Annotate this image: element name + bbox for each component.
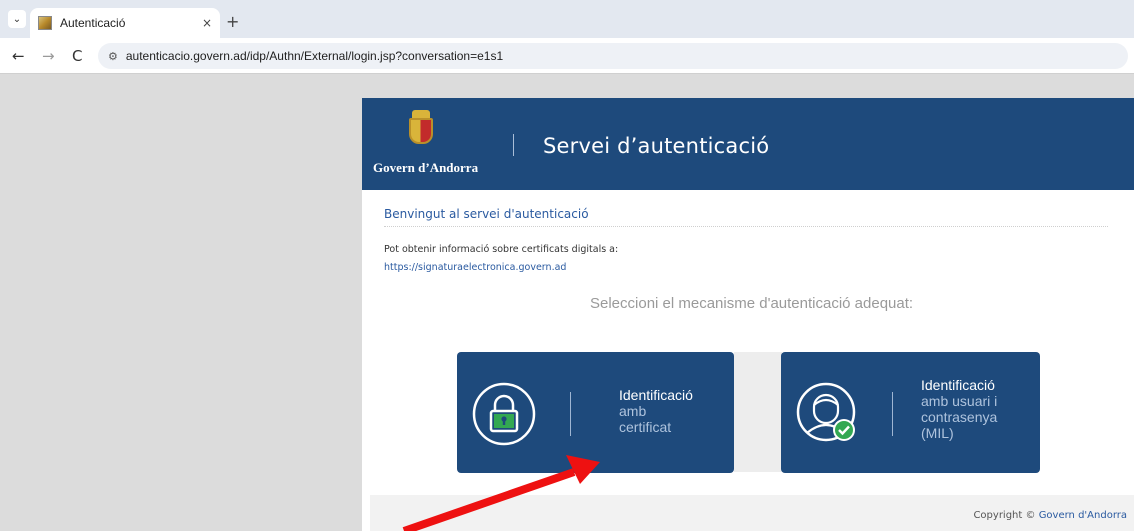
- option-title: Identificació: [619, 387, 693, 403]
- option-line: amb usuari i: [921, 393, 998, 409]
- copyright-prefix: Copyright ©: [973, 510, 1039, 521]
- info-link[interactable]: https://signaturaelectronica.govern.ad: [384, 262, 566, 273]
- page-title: Servei d’autenticació: [543, 134, 770, 158]
- option-line: amb: [619, 403, 647, 419]
- browser-tab[interactable]: Autenticació ×: [30, 8, 220, 38]
- divider: [384, 226, 1108, 227]
- forward-button[interactable]: →: [42, 47, 55, 65]
- reload-button[interactable]: C: [72, 47, 82, 65]
- certificate-option-label: Identificació amb certificat: [619, 387, 693, 435]
- url-text[interactable]: autenticacio.govern.ad/idp/Authn/Externa…: [126, 49, 503, 63]
- copyright-text: Copyright © Govern d'Andorra: [973, 510, 1127, 521]
- page-footer: Copyright © Govern d'Andorra: [370, 495, 1134, 531]
- user-check-icon: [796, 382, 856, 442]
- address-bar[interactable]: ⚙ autenticacio.govern.ad/idp/Authn/Exter…: [98, 43, 1128, 69]
- coat-of-arms-icon: [404, 110, 438, 146]
- header-divider: [513, 134, 514, 156]
- user-password-option-label: Identificació amb usuari i contrasenya (…: [921, 377, 997, 441]
- tab-strip: ⌄ Autenticació × +: [0, 0, 1134, 38]
- info-text: Pot obtenir informació sobre certificats…: [384, 244, 619, 255]
- new-tab-button[interactable]: +: [226, 12, 239, 31]
- tab-search-button[interactable]: ⌄: [8, 10, 26, 28]
- org-name: Govern d’Andorra: [373, 160, 479, 175]
- copyright-link[interactable]: Govern d'Andorra: [1039, 510, 1127, 521]
- welcome-heading: Benvingut al servei d'autenticació: [384, 207, 589, 221]
- certificate-login-button[interactable]: Identificació amb certificat: [457, 352, 734, 473]
- browser-toolbar: ← → C ⚙ autenticacio.govern.ad/idp/Authn…: [0, 38, 1134, 74]
- option-line: certificat: [619, 419, 672, 435]
- select-prompt: Seleccioni el mecanisme d'autenticació a…: [590, 295, 914, 312]
- tab-close-button[interactable]: ×: [202, 16, 212, 30]
- padlock-icon: [472, 382, 536, 446]
- options-separator: [734, 352, 782, 472]
- page-content: Govern d’Andorra Servei d’autenticació B…: [362, 98, 1134, 531]
- card-divider: [570, 392, 571, 436]
- option-line: (MIL): [921, 425, 954, 441]
- card-divider: [892, 392, 893, 436]
- option-title: Identificació: [921, 377, 995, 393]
- site-header: Govern d’Andorra Servei d’autenticació: [362, 98, 1134, 190]
- tune-icon[interactable]: ⚙: [108, 50, 118, 63]
- user-password-login-button[interactable]: Identificació amb usuari i contrasenya (…: [781, 352, 1040, 473]
- back-button[interactable]: ←: [12, 47, 25, 65]
- option-line: contrasenya: [921, 409, 998, 425]
- tab-title: Autenticació: [60, 16, 126, 30]
- favicon-icon: [38, 16, 52, 30]
